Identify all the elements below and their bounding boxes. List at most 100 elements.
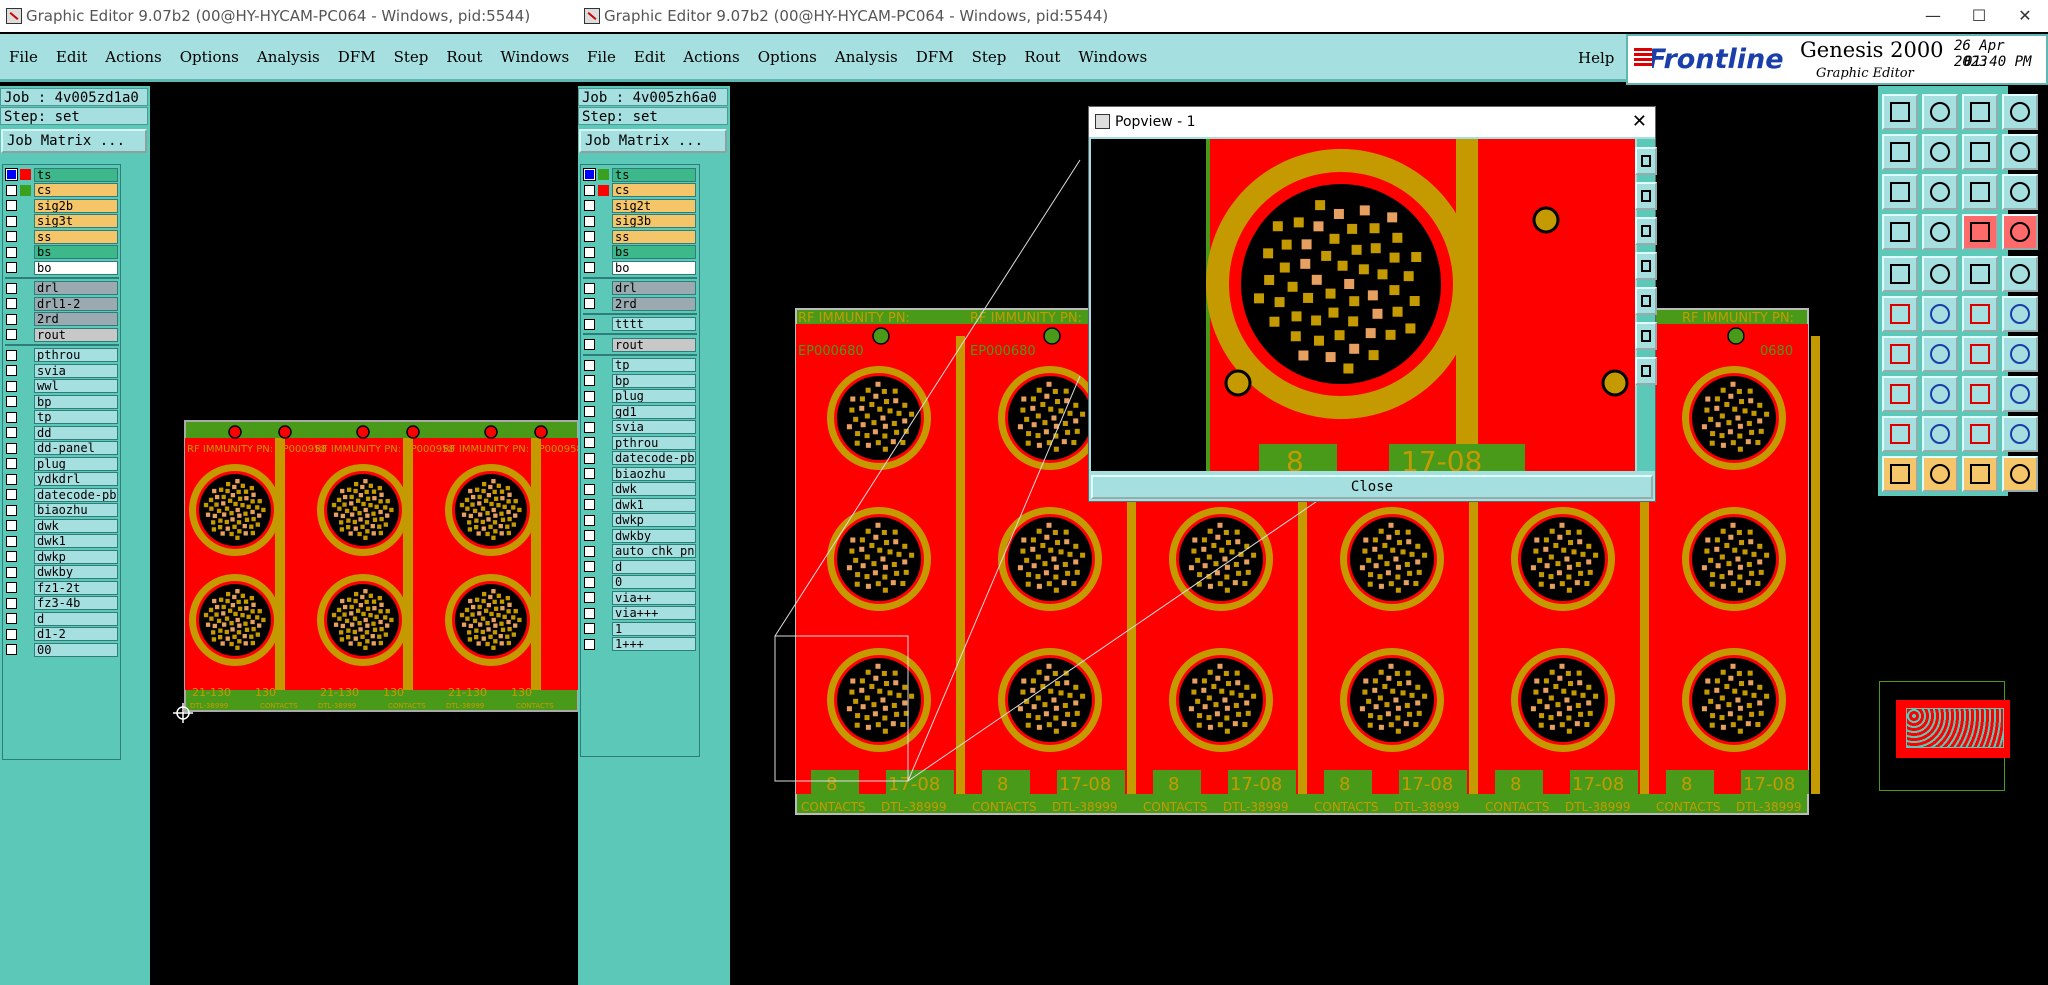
layer-checkbox[interactable]: [584, 483, 595, 495]
layer-checkbox[interactable]: [6, 231, 17, 242]
layer-checkbox[interactable]: [584, 406, 595, 417]
layer-row[interactable]: dwk: [581, 482, 699, 497]
layer-row[interactable]: 1: [581, 621, 699, 636]
menu-analysis[interactable]: Analysis: [826, 48, 907, 66]
layer-checkbox[interactable]: [584, 514, 595, 526]
layer-row[interactable]: svia: [3, 363, 121, 378]
layer-row[interactable]: svia: [581, 420, 699, 435]
angle-icon[interactable]: [1882, 336, 1918, 372]
layer-row[interactable]: sig3b: [581, 214, 699, 229]
tri4-icon[interactable]: [2002, 416, 2038, 452]
minimize-icon[interactable]: —: [1910, 0, 1956, 32]
layer-checkbox[interactable]: [6, 313, 17, 325]
compare-red-icon[interactable]: [2002, 214, 2038, 250]
layer-checkbox[interactable]: [584, 607, 595, 619]
layer-checkbox[interactable]: [6, 282, 17, 294]
layer-checkbox[interactable]: [584, 231, 595, 242]
layer-row[interactable]: auto_chk_pn: [581, 544, 699, 559]
layer-checkbox[interactable]: [584, 576, 595, 588]
left-title-bar[interactable]: Graphic Editor 9.07b2 (00@HY-HYCAM-PC064…: [0, 0, 578, 32]
popview-title-bar[interactable]: Popview - 1 ✕: [1089, 107, 1655, 137]
popview-tool-2-icon[interactable]: [1635, 182, 1657, 210]
layer-checkbox[interactable]: [584, 339, 595, 350]
slash-icon[interactable]: [1922, 336, 1958, 372]
job-matrix-button[interactable]: Job Matrix ...: [579, 129, 727, 153]
layer-checkbox[interactable]: [6, 200, 17, 211]
pad-icon[interactable]: [1882, 376, 1918, 412]
layer-checkbox[interactable]: [583, 168, 596, 181]
cross-icon[interactable]: [1922, 296, 1958, 332]
layer-checkbox[interactable]: [6, 427, 17, 438]
layer-row[interactable]: ss: [3, 229, 121, 244]
select4-icon[interactable]: [2002, 456, 2038, 492]
layer-checkbox[interactable]: [5, 168, 18, 181]
layer-row[interactable]: d: [3, 611, 121, 626]
shape-icon[interactable]: [2002, 376, 2038, 412]
layer-row[interactable]: bp: [3, 394, 121, 409]
repeat-icon[interactable]: [2002, 134, 2038, 170]
layer-checkbox[interactable]: [6, 473, 17, 485]
layer-checkbox[interactable]: [584, 246, 595, 258]
tri2-icon[interactable]: [1922, 416, 1958, 452]
compare-icon[interactable]: [1962, 214, 1998, 250]
layer-checkbox[interactable]: [584, 298, 595, 309]
layer-row[interactable]: bo: [3, 260, 121, 275]
layer-row[interactable]: bs: [581, 245, 699, 260]
layer-checkbox[interactable]: [6, 215, 17, 227]
layer-row[interactable]: bs: [3, 245, 121, 260]
layer-checkbox[interactable]: [6, 458, 17, 469]
select2-icon[interactable]: [1922, 456, 1958, 492]
close-icon[interactable]: ✕: [2002, 0, 2048, 32]
layer-checkbox[interactable]: [584, 282, 595, 294]
layer-checkbox[interactable]: [6, 551, 17, 562]
layer-checkbox[interactable]: [6, 613, 17, 624]
layer-checkbox[interactable]: [6, 262, 17, 273]
zoom-icon[interactable]: [1962, 134, 1998, 170]
popview-tool-3-icon[interactable]: [1635, 217, 1657, 245]
popview-tool-1-icon[interactable]: [1635, 147, 1657, 175]
curve-icon[interactable]: [1962, 336, 1998, 372]
layer-row[interactable]: drl1-2: [3, 296, 121, 311]
layer-row[interactable]: plug: [581, 389, 699, 404]
layer-checkbox[interactable]: [584, 359, 595, 371]
feature-icon[interactable]: [1922, 256, 1958, 292]
right-title-bar[interactable]: Graphic Editor 9.07b2 (00@HY-HYCAM-PC064…: [578, 0, 2048, 32]
layer-checkbox[interactable]: [6, 644, 17, 655]
menu-options[interactable]: Options: [749, 48, 826, 66]
layer-row[interactable]: dd: [3, 425, 121, 440]
circle-icon[interactable]: [2002, 256, 2038, 292]
pan-left-icon[interactable]: [1882, 134, 1918, 170]
layer-row[interactable]: d: [581, 559, 699, 574]
layer-checkbox[interactable]: [6, 396, 17, 407]
layer-checkbox[interactable]: [6, 365, 17, 376]
layer-row[interactable]: gd1: [581, 404, 699, 419]
dim-icon[interactable]: [1962, 376, 1998, 412]
layer-checkbox[interactable]: [584, 437, 595, 448]
layer-checkbox[interactable]: [584, 421, 595, 433]
select3-icon[interactable]: [1962, 456, 1998, 492]
layer-checkbox[interactable]: [6, 411, 17, 423]
layer-row[interactable]: tttt: [581, 317, 699, 332]
popview-tool-5-icon[interactable]: [1635, 287, 1657, 315]
layer-row[interactable]: rout: [3, 327, 121, 342]
grid-icon[interactable]: [2002, 94, 2038, 130]
layer-row[interactable]: fz3-4b: [3, 596, 121, 611]
menu-actions[interactable]: Actions: [96, 48, 170, 66]
menu-options[interactable]: Options: [171, 48, 248, 66]
layer-checkbox[interactable]: [6, 184, 17, 196]
layer-checkbox[interactable]: [584, 318, 595, 330]
layer-checkbox[interactable]: [6, 566, 17, 578]
layer-checkbox[interactable]: [6, 597, 17, 609]
snap-icon[interactable]: [1882, 214, 1918, 250]
layer-row[interactable]: bp: [581, 373, 699, 388]
layer-row[interactable]: cs: [581, 183, 699, 198]
popview-canvas[interactable]: 8 17-08: [1091, 139, 1635, 471]
layer-checkbox[interactable]: [584, 262, 595, 273]
job-matrix-button[interactable]: Job Matrix ...: [1, 129, 147, 153]
layer-row[interactable]: d1-2: [3, 627, 121, 642]
layer-row[interactable]: ss: [581, 229, 699, 244]
layer-row[interactable]: dwk1: [581, 497, 699, 512]
menu-dfm[interactable]: DFM: [907, 48, 963, 66]
tri-icon[interactable]: [1882, 416, 1918, 452]
fit-icon[interactable]: [1882, 94, 1918, 130]
